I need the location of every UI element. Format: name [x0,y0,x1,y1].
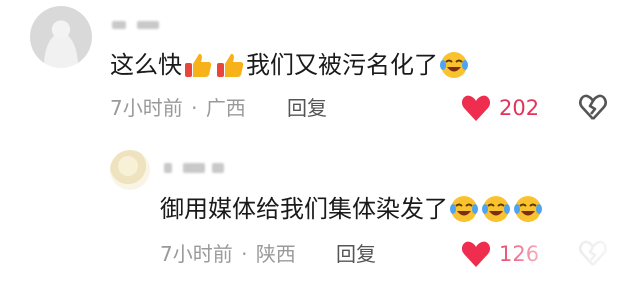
comment-text: 这么快 我们又被污名化了 [110,50,470,80]
heart-icon [461,241,491,267]
laughing-tears-emoji-icon [513,194,543,224]
reply-username-blurred[interactable] [164,158,234,173]
reply-meta: 7小时前 · 陕西 [160,242,296,266]
thumbs-up-emoji-icon [215,50,245,80]
laughing-tears-emoji-icon [449,194,479,224]
separator-dot: · [241,242,248,266]
reply-timestamp: 7小时前 [160,242,233,266]
like-button[interactable]: 202 [461,94,539,122]
location: 广西 [205,96,246,120]
dislike-button[interactable] [578,93,608,125]
reply-text: 御用媒体给我们集体染发了 [160,194,544,224]
comment-meta: 7小时前 · 广西 [110,96,246,120]
reply-reply-button[interactable]: 回复 [336,242,376,266]
avatar[interactable] [30,6,92,68]
reply-button[interactable]: 回复 [287,96,327,120]
like-count: 202 [499,96,540,120]
comment-text-part1: 这么快 [110,51,182,79]
reply-avatar[interactable] [110,150,150,190]
reply-text-content: 御用媒体给我们集体染发了 [160,195,448,223]
comment-text-part2: 我们又被污名化了 [246,51,438,79]
laughing-tears-emoji-icon [439,50,469,80]
thumbs-up-emoji-icon [183,50,213,80]
separator-dot: · [191,96,198,120]
heart-icon [461,95,491,121]
timestamp: 7小时前 [110,96,183,120]
reply-location: 陕西 [255,242,296,266]
broken-heart-icon [579,94,607,120]
username-blurred[interactable] [112,14,162,29]
laughing-tears-emoji-icon [481,194,511,224]
watermark-fade-overlay [490,232,640,272]
